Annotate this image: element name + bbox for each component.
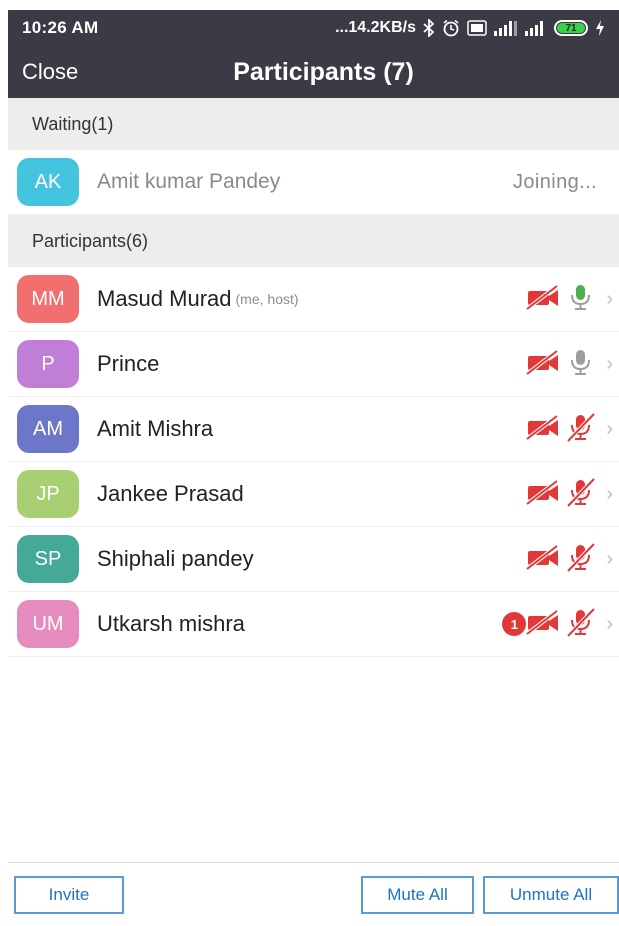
battery-level: 71: [557, 23, 585, 34]
mic-icon: [566, 347, 596, 382]
video-off-icon: [526, 413, 560, 445]
charging-icon: [595, 20, 605, 36]
signal-icon: [525, 20, 547, 36]
mic-muted-icon: [566, 477, 596, 512]
mic-muted-icon: [566, 607, 596, 642]
volte-icon: [467, 20, 487, 36]
video-off-icon: [526, 608, 560, 640]
participant-status-icons: ›: [526, 347, 613, 382]
unmute-all-button[interactable]: Unmute All: [483, 876, 619, 914]
bottom-toolbar: Invite Mute All Unmute All: [8, 862, 619, 926]
role-tag: (me, host): [235, 291, 299, 307]
bluetooth-icon: [423, 19, 435, 37]
participant-name: Shiphali pandey: [97, 546, 254, 571]
participant-name: Amit Mishra: [97, 416, 214, 441]
participant-status-icons: ›: [526, 477, 613, 512]
network-speed: ...14.2KB/s: [335, 19, 416, 36]
invite-button[interactable]: Invite: [14, 876, 124, 914]
unread-badge: 1: [502, 612, 527, 636]
participant-status-icons: ›: [526, 542, 613, 577]
avatar: P: [17, 340, 79, 388]
status-time: 10:26 AM: [22, 18, 99, 37]
mic-muted-icon: [566, 542, 596, 577]
video-off-icon: [526, 478, 560, 510]
status-bar: 10:26 AM ...14.2KB/s 71: [8, 10, 619, 46]
page-title: Participants (7): [233, 57, 414, 86]
chevron-right-icon[interactable]: ›: [606, 288, 613, 311]
joining-status: Joining...: [512, 170, 597, 193]
chevron-right-icon[interactable]: ›: [606, 418, 613, 441]
participant-status-icons: 1 ›: [502, 607, 613, 642]
participant-row[interactable]: JP Jankee Prasad ›: [8, 462, 619, 527]
alarm-icon: [442, 19, 460, 37]
chevron-right-icon[interactable]: ›: [606, 613, 613, 636]
participant-row[interactable]: AM Amit Mishra ›: [8, 397, 619, 462]
participant-name: Utkarsh mishra: [97, 611, 245, 636]
video-off-icon: [526, 543, 560, 575]
nav-bar: Close Participants (7): [8, 46, 619, 98]
participant-status-icons: ›: [526, 282, 613, 317]
participant-list: MM Masud Murad (me, host) › P Prince › AM Amit M…: [8, 267, 619, 657]
participant-name: Masud Murad: [97, 286, 232, 311]
mic-icon: [566, 282, 596, 317]
battery-icon: 71: [554, 20, 588, 36]
mute-all-button[interactable]: Mute All: [361, 876, 474, 914]
avatar: AK: [17, 158, 79, 206]
video-off-icon: [526, 283, 560, 315]
avatar: JP: [17, 470, 79, 518]
participant-status-icons: ›: [526, 412, 613, 447]
participant-name: Jankee Prasad: [97, 481, 244, 506]
participant-name: Prince: [97, 351, 160, 376]
mic-muted-icon: [566, 412, 596, 447]
participant-row[interactable]: P Prince ›: [8, 332, 619, 397]
status-icons: ...14.2KB/s 71: [335, 19, 605, 37]
participant-row[interactable]: UM Utkarsh mishra 1 ›: [8, 592, 619, 657]
participant-row[interactable]: SP Shiphali pandey ›: [8, 527, 619, 592]
close-button[interactable]: Close: [22, 59, 78, 85]
participant-name: Amit kumar Pandey: [97, 170, 281, 193]
participant-row[interactable]: MM Masud Murad (me, host) ›: [8, 267, 619, 332]
chevron-right-icon[interactable]: ›: [606, 353, 613, 376]
chevron-right-icon[interactable]: ›: [606, 483, 613, 506]
app-frame: 10:26 AM ...14.2KB/s 71 Close Participan…: [8, 10, 619, 926]
avatar: AM: [17, 405, 79, 453]
avatar: UM: [17, 600, 79, 648]
avatar: MM: [17, 275, 79, 323]
signal-4g-icon: [494, 20, 518, 36]
chevron-right-icon[interactable]: ›: [606, 548, 613, 571]
waiting-section-header: Waiting(1): [8, 98, 619, 150]
participants-section-header: Participants(6): [8, 215, 619, 267]
avatar: SP: [17, 535, 79, 583]
waiting-list-item[interactable]: AK Amit kumar Pandey Joining...: [8, 150, 619, 215]
video-off-icon: [526, 348, 560, 380]
